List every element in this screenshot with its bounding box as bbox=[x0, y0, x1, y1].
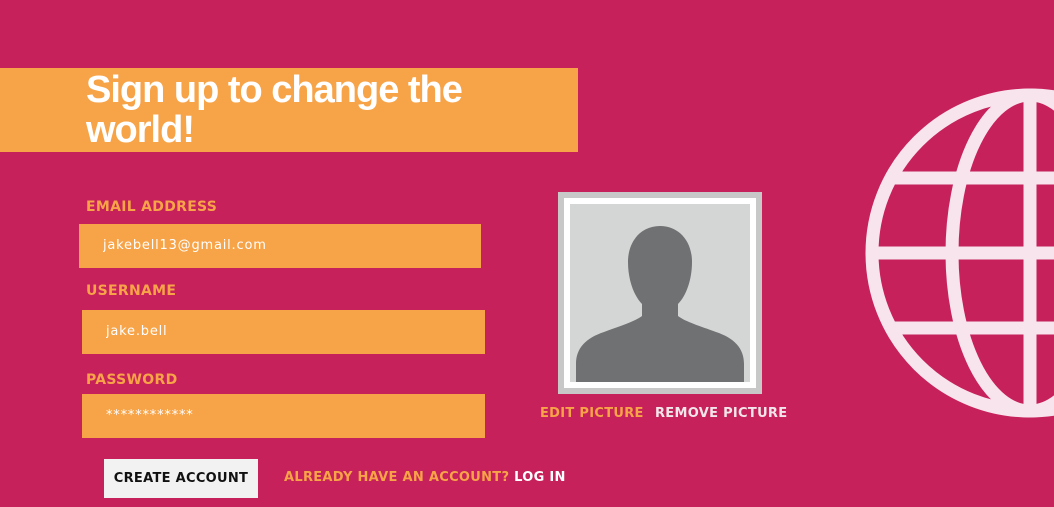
email-label: EMAIL ADDRESS bbox=[86, 199, 218, 215]
person-silhouette-icon bbox=[576, 226, 744, 382]
login-link[interactable]: LOG IN bbox=[514, 470, 566, 485]
globe-icon bbox=[865, 88, 1054, 418]
create-account-button[interactable]: CREATE ACCOUNT bbox=[104, 459, 258, 498]
password-field[interactable] bbox=[82, 394, 485, 438]
signup-page: Sign up to change the world! EMAIL ADDRE… bbox=[0, 0, 1054, 507]
email-field[interactable] bbox=[79, 224, 481, 268]
edit-picture-button[interactable]: EDIT PICTURE bbox=[540, 406, 644, 421]
password-label: PASSWORD bbox=[86, 372, 178, 388]
profile-picture-border bbox=[564, 198, 756, 388]
username-label: USERNAME bbox=[86, 283, 177, 299]
username-field[interactable] bbox=[82, 310, 485, 354]
profile-picture[interactable] bbox=[570, 204, 750, 382]
remove-picture-button[interactable]: REMOVE PICTURE bbox=[655, 406, 787, 421]
login-prompt: ALREADY HAVE AN ACCOUNT? bbox=[284, 470, 510, 485]
login-row: ALREADY HAVE AN ACCOUNT? LOG IN bbox=[284, 470, 566, 485]
page-title: Sign up to change the world! bbox=[86, 69, 463, 151]
profile-picture-frame bbox=[558, 192, 762, 394]
